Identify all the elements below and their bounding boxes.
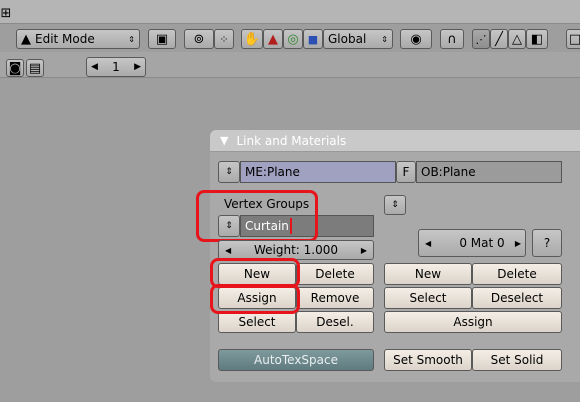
fake-user-button[interactable]: F (396, 161, 416, 183)
autotexspace-toggle[interactable]: AutoTexSpace (218, 349, 374, 371)
occlude-toggle[interactable]: ⁘ (214, 29, 234, 49)
vertex-group-select-button[interactable]: Select (218, 311, 296, 333)
mesh-mode-icon: ▲ (21, 31, 31, 47)
translate-toggle[interactable]: ▲ (263, 29, 283, 49)
vertex-group-deselect-label: Desel. (316, 315, 354, 329)
weight-label: Weight: 1.000 (253, 243, 339, 257)
panel-title: Link and Materials (236, 133, 347, 148)
occlude-geometry-toggle[interactable]: ◧ (526, 29, 548, 49)
autotexspace-label: AutoTexSpace (254, 353, 338, 367)
material-new-label: New (414, 267, 442, 281)
layer-icon: □ (568, 31, 580, 47)
pivot-select[interactable]: ⊚ (184, 29, 214, 49)
decrement-arrow-icon: ◀ (425, 238, 432, 248)
set-solid-button[interactable]: Set Solid (472, 349, 562, 371)
increment-arrow-icon: ▶ (134, 62, 141, 72)
material-new-button[interactable]: New (384, 263, 472, 285)
3d-view-header (0, 0, 580, 24)
material-delete-button[interactable]: Delete (472, 263, 562, 285)
highlight-vertex-groups (196, 190, 318, 242)
material-help-label: ? (543, 236, 551, 250)
material-assign-button[interactable]: Assign (384, 311, 562, 333)
mesh-name: ME:Plane (245, 165, 300, 179)
editmode-icon: ⊞ (0, 5, 12, 21)
square-icon: ■ (307, 32, 319, 46)
pivot-icon: ⊚ (193, 31, 205, 47)
vertex-select-toggle[interactable]: ⋰ (472, 29, 490, 49)
material-index-label: 0 Mat 0 (459, 236, 505, 250)
orientation-select[interactable]: Global ⇕ (323, 29, 393, 49)
material-browse-button[interactable]: ⇕ (384, 195, 406, 215)
vertex-group-select-label: Select (238, 315, 276, 329)
updown-arrows-icon: ⇕ (381, 34, 388, 44)
scale-toggle[interactable]: ■ (303, 29, 323, 49)
fake-user-label: F (402, 165, 410, 179)
snap-toggle[interactable]: ∩ (440, 29, 464, 49)
image-icon: ▤ (28, 60, 42, 76)
manipulator-toggle[interactable]: ✋ (241, 29, 263, 49)
triangle-icon: ▲ (268, 31, 278, 47)
vertex-group-delete-label: Delete (315, 267, 355, 281)
material-index-field[interactable]: ◀ 0 Mat 0 ▶ (418, 229, 526, 257)
mode-select-label: Edit Mode (35, 32, 95, 46)
camera-icon: ◙ (8, 60, 22, 76)
weight-slider[interactable]: ◀ Weight: 1.000 ▶ (218, 240, 374, 260)
orientation-label: Global (328, 32, 367, 46)
updown-arrows-icon: ⇕ (128, 34, 135, 44)
set-smooth-label: Set Smooth (393, 353, 463, 367)
magnet-icon: ∩ (447, 31, 457, 47)
material-help-button[interactable]: ? (532, 229, 562, 257)
object-name: OB:Plane (421, 165, 476, 179)
updown-arrows-icon: ⇕ (225, 167, 233, 177)
material-select-button[interactable]: Select (384, 287, 472, 309)
material-deselect-label: Deselect (490, 291, 544, 305)
vertex-group-remove-label: Remove (310, 291, 360, 305)
proportional-icon: ◉ (410, 31, 422, 47)
material-assign-label: Assign (453, 315, 493, 329)
increment-arrow-icon: ▶ (360, 245, 367, 255)
mode-select[interactable]: ▲ Edit Mode ⇕ (16, 29, 140, 49)
increment-arrow-icon: ▶ (514, 238, 521, 248)
material-deselect-button[interactable]: Deselect (472, 287, 562, 309)
draw-type-select[interactable]: ▣ (148, 29, 176, 49)
edge-select-toggle[interactable]: ╱ (490, 29, 508, 49)
mesh-name-field[interactable]: ME:Plane (240, 161, 396, 183)
set-solid-label: Set Solid (490, 353, 544, 367)
object-name-field[interactable]: OB:Plane (416, 161, 562, 183)
dots-icon: ⁘ (219, 32, 229, 46)
image-button[interactable]: ▤ (26, 59, 44, 77)
rotate-toggle[interactable]: ◎ (283, 29, 303, 49)
material-select-label: Select (409, 291, 447, 305)
frame-value: 1 (112, 60, 120, 74)
proportional-edit-select[interactable]: ◉ (400, 29, 432, 49)
vertex-group-remove-button[interactable]: Remove (296, 287, 374, 309)
panel-header[interactable]: ▼ Link and Materials (210, 130, 580, 152)
vertex-group-delete-button[interactable]: Delete (296, 263, 374, 285)
edge-icon: ╱ (495, 31, 503, 47)
render-button[interactable]: ◙ (6, 59, 24, 77)
collapse-triangle-icon[interactable]: ▼ (220, 134, 228, 147)
cube-drawtype-icon: ▣ (155, 31, 169, 47)
layer-button[interactable]: □ (566, 29, 580, 49)
material-delete-label: Delete (497, 267, 537, 281)
decrement-arrow-icon: ◀ (225, 245, 232, 255)
cube-icon: ◧ (530, 31, 544, 47)
vertex-icon: ⋰ (475, 32, 487, 46)
vertex-group-deselect-button[interactable]: Desel. (296, 311, 374, 333)
highlight-assign (210, 284, 300, 314)
frame-field[interactable]: ◀ 1 ▶ (86, 57, 146, 77)
mesh-browse-button[interactable]: ⇕ (218, 161, 240, 183)
hand-icon: ✋ (243, 31, 261, 47)
face-icon: △ (512, 31, 522, 47)
decrement-arrow-icon: ◀ (91, 62, 98, 72)
face-select-toggle[interactable]: △ (508, 29, 526, 49)
circle-icon: ◎ (287, 31, 299, 47)
set-smooth-button[interactable]: Set Smooth (384, 349, 472, 371)
updown-arrows-icon: ⇕ (391, 200, 399, 210)
